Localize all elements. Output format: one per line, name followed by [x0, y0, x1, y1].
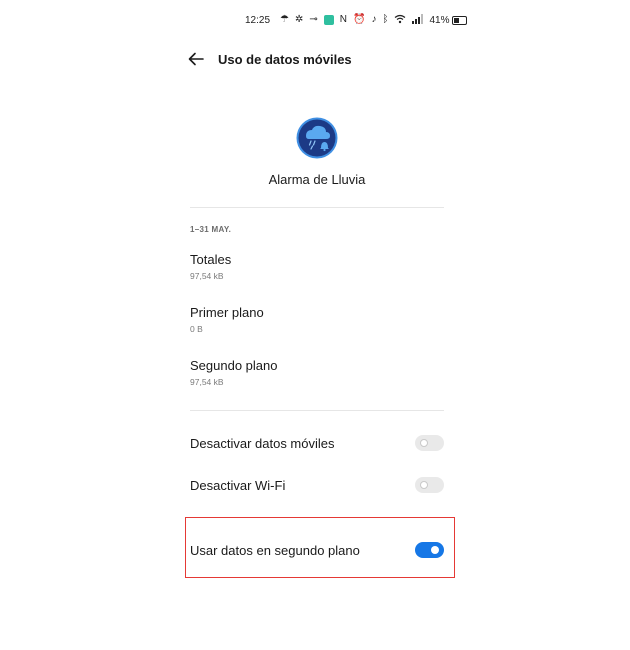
toggle-label: Desactivar datos móviles	[190, 435, 335, 451]
wifi-icon	[394, 14, 406, 27]
usage-period: 1–31 MAY.	[190, 225, 232, 234]
battery-icon	[452, 15, 468, 25]
divider	[190, 207, 444, 208]
usage-label: Totales	[190, 252, 232, 267]
status-time: 12:25	[245, 14, 271, 26]
weather-icon: ☂	[280, 14, 289, 25]
arrow-left-icon[interactable]	[186, 49, 206, 69]
usage-row-background: Segundo plano 97,54 kB	[190, 358, 444, 387]
toggle-knob	[420, 439, 428, 447]
key-icon: ⊸	[309, 14, 318, 25]
usage-value: 97,54 kB	[190, 271, 224, 281]
disable-wifi-toggle[interactable]	[415, 477, 444, 493]
battery-fill	[454, 17, 460, 23]
app-notification-icon	[323, 15, 334, 25]
bluetooth-icon: ᛒ	[382, 14, 389, 25]
toggle-row-disable-wifi[interactable]: Desactivar Wi-Fi	[190, 473, 444, 497]
usage-label: Primer plano	[190, 305, 264, 320]
toggle-knob	[420, 481, 428, 489]
usage-value: 0 B	[190, 324, 203, 334]
fan-icon: ✲	[295, 14, 304, 25]
alarm-icon: ⏰	[353, 14, 366, 25]
usage-value: 97,54 kB	[190, 377, 224, 387]
disable-mobile-data-toggle[interactable]	[415, 435, 444, 451]
divider	[190, 410, 444, 411]
rain-cloud-bell-icon	[296, 117, 338, 159]
usage-label: Segundo plano	[190, 358, 278, 373]
battery-indicator: 41%	[429, 14, 468, 26]
mute-icon: ♪	[371, 14, 377, 25]
screen: 12:25 ☂ ✲ ⊸ N ⏰ ♪ ᛒ 41% Uso de datos móv…	[0, 0, 630, 650]
toggle-label: Desactivar Wi-Fi	[190, 477, 286, 493]
usage-row-foreground: Primer plano 0 B	[190, 305, 444, 334]
nfc-icon: N	[339, 14, 348, 25]
header: Uso de datos móviles	[186, 48, 352, 70]
toggle-row-disable-mobile-data[interactable]: Desactivar datos móviles	[190, 431, 444, 455]
usage-row-total: Totales 97,54 kB	[190, 252, 444, 281]
app-name: Alarma de Lluvia	[268, 172, 366, 187]
signal-icon	[412, 13, 424, 27]
page-title: Uso de datos móviles	[218, 51, 352, 67]
battery-text: 41%	[429, 14, 450, 26]
status-bar: 12:25 ☂ ✲ ⊸ N ⏰ ♪ ᛒ 41%	[245, 12, 468, 28]
highlight-box	[185, 517, 455, 578]
